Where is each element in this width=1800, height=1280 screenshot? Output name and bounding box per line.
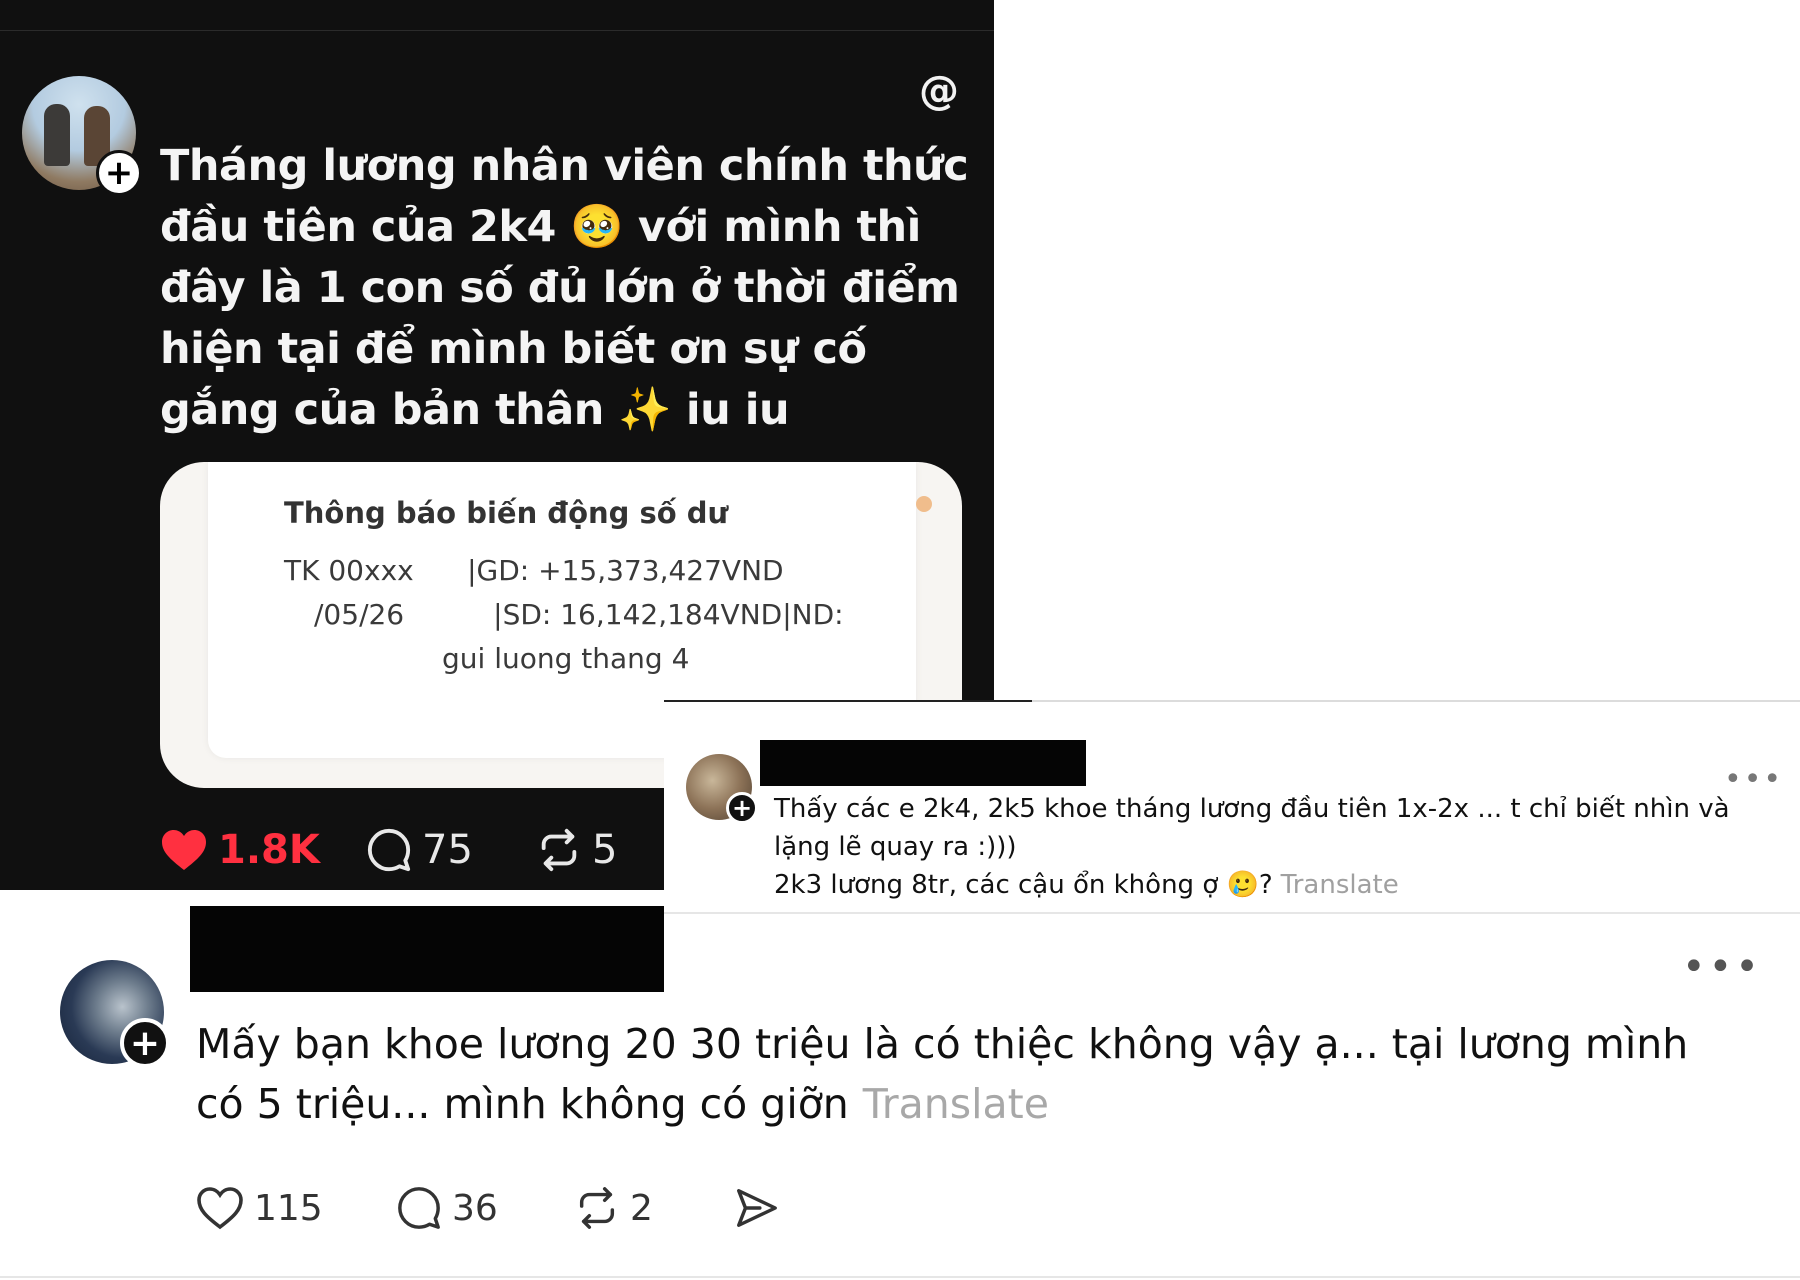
redacted-username bbox=[760, 740, 1086, 786]
threads-logo-icon: @ bbox=[919, 68, 959, 114]
post-text: Tháng lương nhân viên chính thức đầu tiê… bbox=[160, 141, 983, 435]
repost-count: 5 bbox=[592, 827, 618, 873]
comment-button[interactable]: 75 bbox=[366, 820, 473, 880]
bank-line-account: TK 00xxx |GD: +15,373,427VND bbox=[284, 554, 784, 587]
share-button[interactable] bbox=[732, 1178, 780, 1238]
like-count: 115 bbox=[254, 1187, 323, 1229]
heart-filled-icon bbox=[162, 830, 206, 870]
follow-plus-icon[interactable]: + bbox=[120, 1018, 170, 1068]
bank-notification-title: Thông báo biến động số dư bbox=[284, 496, 729, 530]
comment-icon bbox=[398, 1187, 440, 1229]
comment-text-block: Mấy bạn khoe lương 20 30 triệu là có thi… bbox=[196, 1014, 1736, 1134]
notification-dot-icon bbox=[916, 496, 932, 512]
follow-plus-icon[interactable]: + bbox=[96, 150, 142, 196]
translate-link[interactable]: Translate bbox=[863, 1080, 1049, 1128]
comment-count: 36 bbox=[452, 1187, 498, 1229]
comment-button[interactable]: 36 bbox=[396, 1178, 498, 1238]
like-button[interactable]: 1.8K bbox=[160, 820, 320, 880]
redacted-username bbox=[190, 906, 664, 992]
heart-icon bbox=[197, 1187, 243, 1230]
more-options-icon[interactable]: ••• bbox=[1682, 944, 1762, 990]
avatar-figure bbox=[44, 104, 70, 166]
repost-count: 2 bbox=[630, 1187, 653, 1229]
comment-text: Thấy các e 2k4, 2k5 khoe tháng lương đầu… bbox=[774, 794, 1730, 900]
comment-count: 75 bbox=[422, 827, 473, 873]
comment-text-block: Thấy các e 2k4, 2k5 khoe tháng lương đầu… bbox=[774, 790, 1784, 904]
send-icon bbox=[737, 1189, 777, 1227]
repost-icon bbox=[541, 828, 577, 872]
comment-icon bbox=[367, 828, 411, 872]
divider bbox=[664, 700, 1032, 702]
comment-post: + ••• Mấy bạn khoe lương 20 30 triệu là … bbox=[0, 906, 1800, 1280]
divider bbox=[0, 1276, 1800, 1278]
like-count: 1.8K bbox=[218, 827, 320, 873]
repost-button[interactable]: 2 bbox=[574, 1178, 653, 1238]
translate-link[interactable]: Translate bbox=[1281, 870, 1399, 900]
repost-button[interactable]: 5 bbox=[536, 820, 617, 880]
repost-icon bbox=[579, 1187, 615, 1229]
bank-line-description: gui luong thang 4 bbox=[442, 642, 690, 675]
divider bbox=[0, 30, 994, 31]
like-button[interactable]: 115 bbox=[196, 1178, 323, 1238]
comment-post: + ••• Thấy các e 2k4, 2k5 khoe tháng lươ… bbox=[664, 700, 1800, 914]
follow-plus-icon[interactable]: + bbox=[726, 792, 758, 824]
bank-line-balance: /05/26 |SD: 16,142,184VND|ND: bbox=[314, 598, 844, 631]
